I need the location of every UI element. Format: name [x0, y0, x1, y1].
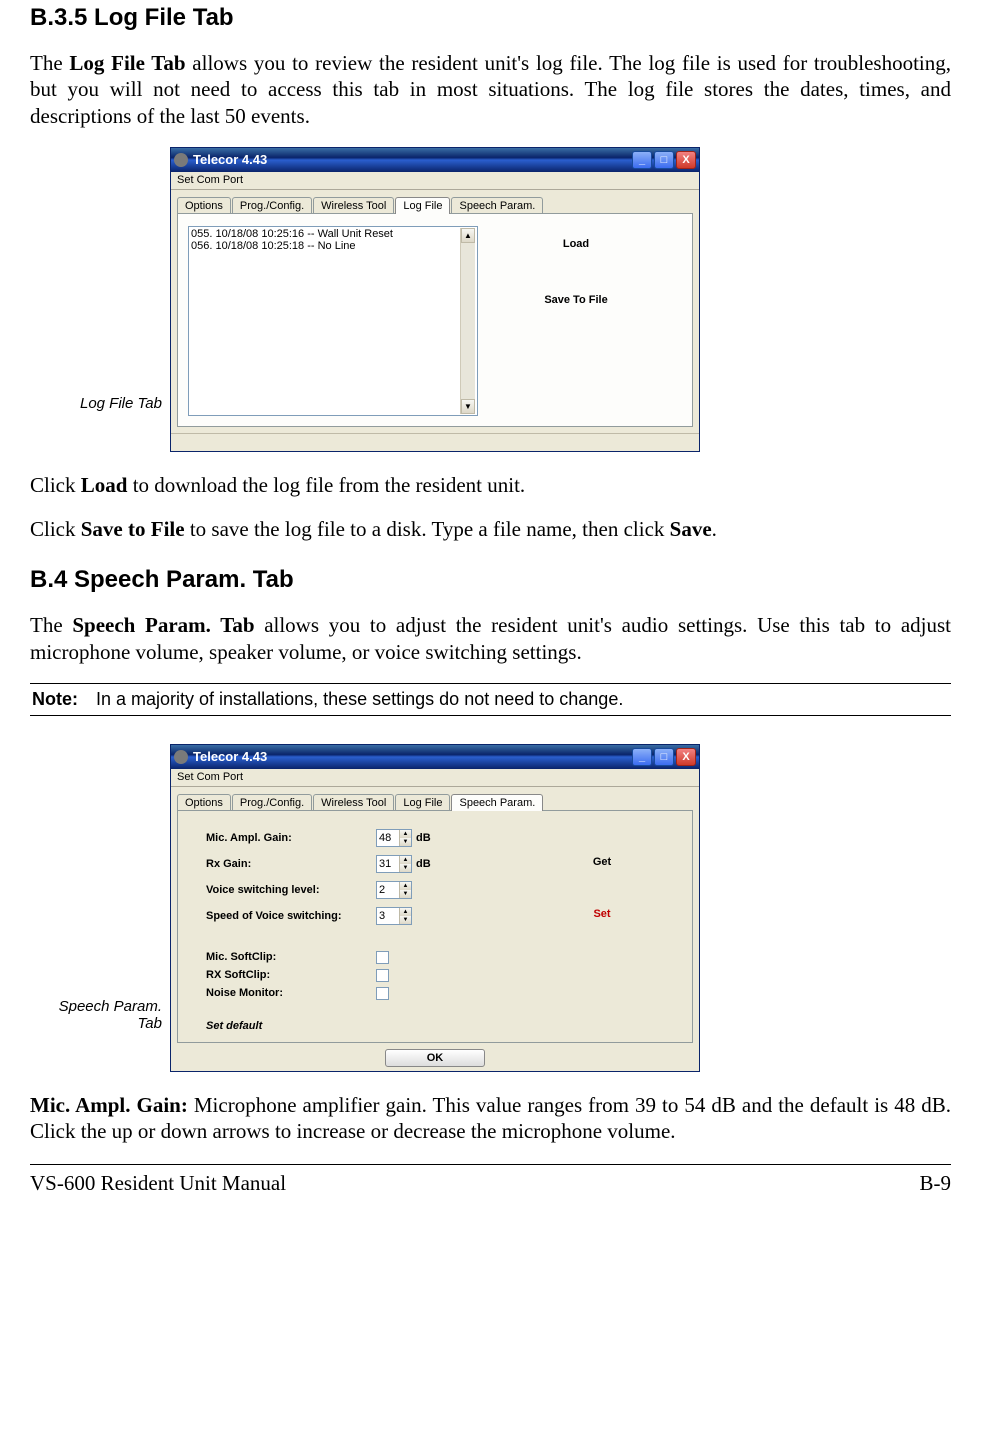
tab-speech-param[interactable]: Speech Param.: [451, 197, 543, 214]
minimize-button[interactable]: _: [632, 151, 652, 169]
label-rx-gain: Rx Gain:: [206, 858, 376, 870]
caption-speechparam: Speech Param. Tab: [30, 998, 170, 1072]
tab-prog-config[interactable]: Prog./Config.: [232, 197, 312, 214]
ok-button[interactable]: OK: [385, 1049, 485, 1067]
window-title: Telecor 4.43: [193, 152, 632, 167]
menu-set-com-port[interactable]: Set Com Port: [171, 769, 699, 787]
close-button[interactable]: X: [676, 151, 696, 169]
titlebar[interactable]: Telecor 4.43 _ □ X: [171, 745, 699, 769]
statusbar: [171, 433, 699, 451]
maximize-button[interactable]: □: [654, 151, 674, 169]
caption-logfile: Log File Tab: [30, 395, 170, 452]
heading-b35: B.3.5 Log File Tab: [30, 4, 951, 32]
menu-set-com-port[interactable]: Set Com Port: [171, 172, 699, 190]
rx-softclip-checkbox[interactable]: [376, 969, 389, 982]
tabs: Options Prog./Config. Wireless Tool Log …: [177, 196, 693, 213]
voice-switch-level-value[interactable]: [377, 882, 399, 898]
note-box: Note: In a majority of installations, the…: [30, 683, 951, 716]
maximize-button[interactable]: □: [654, 748, 674, 766]
log-entry[interactable]: 055. 10/18/08 10:25:16 -- Wall Unit Rese…: [191, 228, 460, 240]
spin-up-icon[interactable]: ▲: [399, 856, 411, 864]
tab-wireless-tool[interactable]: Wireless Tool: [313, 794, 394, 811]
telecor-window-speechparam: Telecor 4.43 _ □ X Set Com Port Options …: [170, 744, 700, 1072]
tab-options[interactable]: Options: [177, 794, 231, 811]
logfile-panel: 055. 10/18/08 10:25:16 -- Wall Unit Rese…: [177, 213, 693, 427]
rx-gain-value[interactable]: [377, 856, 399, 872]
log-listbox[interactable]: 055. 10/18/08 10:25:16 -- Wall Unit Rese…: [188, 226, 478, 416]
spin-up-icon[interactable]: ▲: [399, 908, 411, 916]
label-mic-softclip: Mic. SoftClip:: [206, 951, 376, 963]
noise-monitor-checkbox[interactable]: [376, 987, 389, 1000]
label-noise-monitor: Noise Monitor:: [206, 987, 376, 999]
window-title: Telecor 4.43: [193, 749, 632, 764]
heading-b4: B.4 Speech Param. Tab: [30, 566, 951, 594]
tabs: Options Prog./Config. Wireless Tool Log …: [177, 793, 693, 810]
label-rx-softclip: RX SoftClip:: [206, 969, 376, 981]
tab-log-file[interactable]: Log File: [395, 197, 450, 214]
spin-down-icon[interactable]: ▼: [399, 864, 411, 872]
tab-log-file[interactable]: Log File: [395, 794, 450, 811]
telecor-window-logfile: Telecor 4.43 _ □ X Set Com Port Options …: [170, 147, 700, 452]
label-voice-switch-speed: Speed of Voice switching:: [206, 910, 376, 922]
footer-right: B-9: [920, 1171, 952, 1196]
minimize-button[interactable]: _: [632, 748, 652, 766]
tab-options[interactable]: Options: [177, 197, 231, 214]
app-icon: [174, 153, 188, 167]
para-click-load: Click Load to download the log file from…: [30, 472, 951, 498]
para-logfile-intro: The Log File Tab allows you to review th…: [30, 50, 951, 129]
mic-softclip-checkbox[interactable]: [376, 951, 389, 964]
spin-down-icon[interactable]: ▼: [399, 916, 411, 924]
speech-param-panel: Get Set Mic. Ampl. Gain: ▲▼ dB Rx Gain: …: [177, 810, 693, 1043]
load-button[interactable]: Load: [496, 226, 656, 262]
spin-down-icon[interactable]: ▼: [399, 890, 411, 898]
note-text: In a majority of installations, these se…: [96, 689, 623, 709]
save-to-file-button[interactable]: Save To File: [496, 282, 656, 318]
unit-db: dB: [416, 832, 431, 844]
para-speechparam-intro: The Speech Param. Tab allows you to adju…: [30, 612, 951, 665]
scroll-down-icon[interactable]: ▼: [461, 399, 475, 414]
scrollbar[interactable]: ▲ ▼: [460, 228, 475, 414]
rx-gain-spinner[interactable]: ▲▼: [376, 855, 412, 873]
label-voice-switch-level: Voice switching level:: [206, 884, 376, 896]
footer-left: VS-600 Resident Unit Manual: [30, 1171, 286, 1196]
spin-up-icon[interactable]: ▲: [399, 830, 411, 838]
mic-gain-spinner[interactable]: ▲▼: [376, 829, 412, 847]
page-footer: VS-600 Resident Unit Manual B-9: [30, 1164, 951, 1196]
set-default-button[interactable]: Set default: [206, 1020, 674, 1032]
spin-down-icon[interactable]: ▼: [399, 838, 411, 846]
voice-switch-level-spinner[interactable]: ▲▼: [376, 881, 412, 899]
tab-prog-config[interactable]: Prog./Config.: [232, 794, 312, 811]
close-button[interactable]: X: [676, 748, 696, 766]
titlebar[interactable]: Telecor 4.43 _ □ X: [171, 148, 699, 172]
spin-up-icon[interactable]: ▲: [399, 882, 411, 890]
set-button[interactable]: Set: [562, 908, 642, 920]
para-click-save: Click Save to File to save the log file …: [30, 516, 951, 542]
note-label: Note:: [32, 689, 78, 709]
get-button[interactable]: Get: [562, 856, 642, 868]
unit-db: dB: [416, 858, 431, 870]
tab-wireless-tool[interactable]: Wireless Tool: [313, 197, 394, 214]
voice-switch-speed-value[interactable]: [377, 908, 399, 924]
scroll-up-icon[interactable]: ▲: [461, 228, 475, 243]
para-mic-ampl-gain: Mic. Ampl. Gain: Microphone amplifier ga…: [30, 1092, 951, 1145]
label-mic-gain: Mic. Ampl. Gain:: [206, 832, 376, 844]
tab-speech-param[interactable]: Speech Param.: [451, 794, 543, 811]
mic-gain-value[interactable]: [377, 830, 399, 846]
app-icon: [174, 750, 188, 764]
voice-switch-speed-spinner[interactable]: ▲▼: [376, 907, 412, 925]
log-entry[interactable]: 056. 10/18/08 10:25:18 -- No Line: [191, 240, 460, 252]
